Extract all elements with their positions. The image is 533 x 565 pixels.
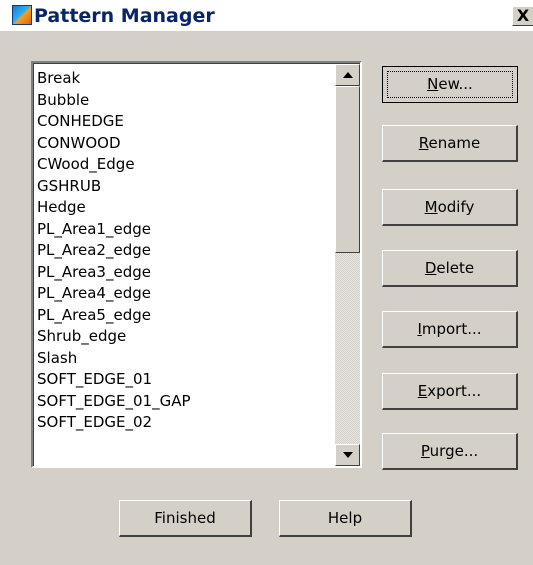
finished-button[interactable]: Finished [119, 500, 252, 537]
pattern-manager-app-icon [12, 5, 32, 25]
pattern-list-item[interactable]: Shrub_edge [37, 326, 337, 348]
pattern-list-item[interactable]: PL_Area5_edge [37, 305, 337, 327]
pattern-manager-dialog: Pattern Manager X Break Bubble CONHEDGE CON… [0, 0, 533, 565]
export-button-label: xport... [427, 382, 482, 400]
export-button[interactable]: Export... [382, 373, 518, 410]
scrollbar-thumb[interactable] [335, 86, 360, 253]
pattern-list-item[interactable]: SOFT_EDGE_01_GAP [37, 391, 337, 413]
new-button-mnemonic: N [427, 75, 439, 93]
purge-button-mnemonic: P [420, 442, 430, 460]
pattern-listbox[interactable]: Break Bubble CONHEDGE CONWOOD CWood_Edge GSHR… [31, 61, 362, 468]
help-button[interactable]: Help [279, 500, 412, 537]
listbox-frame: Break Bubble CONHEDGE CONWOOD CWood_Edge GSHR… [33, 63, 360, 466]
delete-button[interactable]: Delete [382, 250, 518, 287]
delete-button-mnemonic: D [424, 259, 437, 277]
rename-button[interactable]: Rename [382, 125, 518, 162]
pattern-list-item[interactable]: PL_Area1_edge [37, 219, 337, 241]
scroll-up-arrow-icon [343, 72, 353, 78]
close-icon: X [516, 6, 530, 25]
import-button[interactable]: Import... [382, 311, 518, 348]
pattern-list-item[interactable]: PL_Area2_edge [37, 240, 337, 262]
new-button-focus: New... [387, 71, 513, 98]
import-button-label: mport... [421, 320, 482, 338]
purge-button-label: urge... [429, 442, 479, 460]
title-bar: Pattern Manager X [0, 0, 533, 31]
modify-button-mnemonic: M [424, 198, 438, 216]
new-button[interactable]: New... [382, 66, 518, 103]
new-button-label: ew... [438, 75, 473, 93]
pattern-list-items: Break Bubble CONHEDGE CONWOOD CWood_Edge GSHR… [37, 68, 337, 434]
modify-button[interactable]: Modify [382, 189, 518, 226]
finished-button-label: Finished [154, 509, 216, 527]
window-title: Pattern Manager [34, 5, 215, 27]
close-button[interactable]: X [512, 6, 533, 26]
pattern-list-item[interactable]: Slash [37, 348, 337, 370]
pattern-list-item[interactable]: CWood_Edge [37, 154, 337, 176]
rename-button-label: ename [428, 134, 481, 152]
pattern-list-item[interactable]: GSHRUB [37, 176, 337, 198]
pattern-list-item[interactable]: CONHEDGE [37, 111, 337, 133]
export-button-mnemonic: E [417, 382, 428, 400]
help-button-label: Help [327, 509, 363, 527]
delete-button-label: elete [436, 259, 475, 277]
scroll-down-arrow-icon [343, 452, 353, 458]
pattern-list-item[interactable]: Break [37, 68, 337, 90]
modify-button-label: odify [437, 198, 475, 216]
pattern-list-item[interactable]: PL_Area4_edge [37, 283, 337, 305]
pattern-list-item[interactable]: SOFT_EDGE_01 [37, 369, 337, 391]
scroll-down-button[interactable] [335, 444, 360, 466]
pattern-list-item[interactable]: Hedge [37, 197, 337, 219]
pattern-list-item[interactable]: SOFT_EDGE_02 [37, 412, 337, 434]
vertical-scrollbar[interactable] [335, 64, 360, 466]
purge-button[interactable]: Purge... [382, 433, 518, 470]
pattern-list-item[interactable]: Bubble [37, 90, 337, 112]
pattern-list-item[interactable]: CONWOOD [37, 133, 337, 155]
pattern-list-item[interactable]: PL_Area3_edge [37, 262, 337, 284]
scroll-up-button[interactable] [335, 64, 360, 86]
